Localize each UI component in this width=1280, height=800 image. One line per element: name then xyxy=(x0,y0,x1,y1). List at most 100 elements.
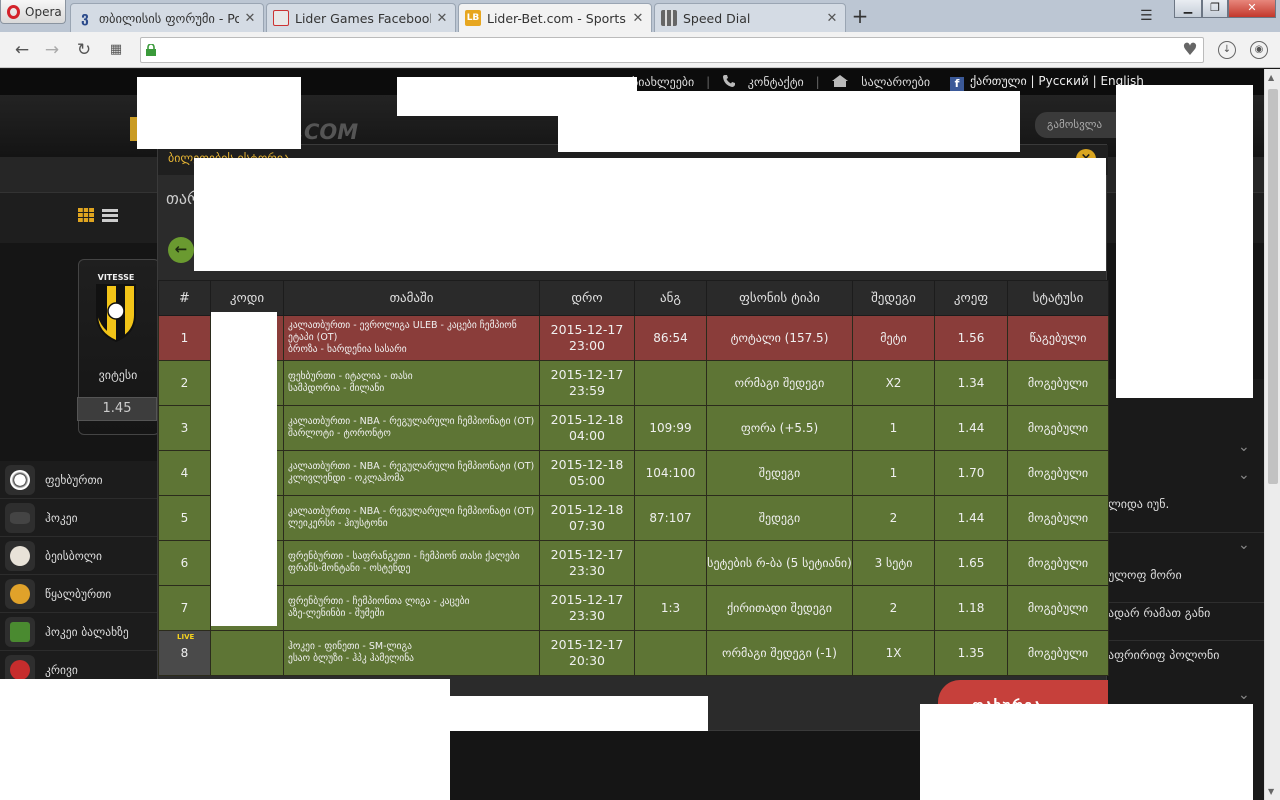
url-input[interactable] xyxy=(140,37,1204,63)
ticket-code xyxy=(210,630,284,676)
chevron-down-icon[interactable]: ⌄ xyxy=(1238,537,1250,553)
result-cell: 2 xyxy=(852,585,935,631)
speed-dial-icon xyxy=(661,10,677,26)
date-time-cell: 2015-12-17 23:30 xyxy=(539,540,635,586)
sport-item-football[interactable]: ფეხბურთი xyxy=(0,461,160,499)
status-cell: წაგებული xyxy=(1007,315,1109,361)
chevron-down-icon[interactable]: ⌄ xyxy=(1238,467,1250,483)
table-header-row: # კოდი თამაში დრო ანგ ფსონის ტიპი შედეგი… xyxy=(158,280,1109,316)
bet-type-cell: ორმაგი შედეგი xyxy=(706,360,853,406)
scrollbar-thumb[interactable] xyxy=(1268,89,1278,484)
redaction-patch xyxy=(194,158,1106,271)
sport-item-field-hockey[interactable]: ჰოკეი ბალახზე xyxy=(0,613,160,651)
sport-item-waterpolo[interactable]: წყალბურთი xyxy=(0,575,160,613)
right-panel-item[interactable]: აფრირიფ პოლონი xyxy=(1108,648,1219,662)
forward-icon[interactable]: → xyxy=(42,40,62,60)
svg-text:VITESSE: VITESSE xyxy=(98,273,135,282)
tab-menu-icon[interactable]: ☰ xyxy=(1140,8,1153,24)
minimize-button[interactable]: ▁ xyxy=(1174,0,1202,18)
score-cell xyxy=(634,630,707,676)
table-row: 3 კალათბურთი - NBA - რეგულარული ჩემპიონატ… xyxy=(158,405,1109,451)
top-link-cashdesks[interactable]: სალაროები xyxy=(861,75,930,89)
lang-sep: | xyxy=(1092,74,1097,88)
back-icon[interactable]: ← xyxy=(12,40,32,60)
odds-cell: 1.35 xyxy=(934,630,1008,676)
score-cell: 104:100 xyxy=(634,450,707,496)
heart-icon[interactable]: ♥ xyxy=(1180,40,1200,60)
close-icon[interactable]: ✕ xyxy=(243,11,257,26)
new-tab-button[interactable]: + xyxy=(848,6,872,28)
sport-label: ჰოკეი xyxy=(45,510,78,525)
match-cell: კალათბურთი - NBA - რეგულარული ჩემპიონატი… xyxy=(283,495,540,541)
right-panel-item[interactable]: ადარ რამათ განი xyxy=(1108,606,1210,620)
table-row: 2 ფეხბურთი - იტალია - თასი სამპდორია - მილ… xyxy=(158,360,1109,406)
back-arrow-icon[interactable]: ← xyxy=(168,237,194,263)
lang-georgian[interactable]: ქართული xyxy=(970,74,1027,88)
right-panel-item[interactable]: ლიდა იუნ. xyxy=(1108,497,1169,511)
tab-speed-dial[interactable]: Speed Dial ✕ xyxy=(654,3,846,32)
lang-russian[interactable]: Русский xyxy=(1038,74,1088,88)
date-time-cell: 2015-12-17 23:59 xyxy=(539,360,635,406)
facebook-icon[interactable]: f xyxy=(950,77,964,91)
reload-icon[interactable]: ↻ xyxy=(74,40,94,60)
maximize-button[interactable]: ❐ xyxy=(1202,0,1228,18)
match-cell: კალათბურთი - ევროლიგა ULEB - კაცები ჩემპ… xyxy=(283,315,540,361)
score-cell: 1:3 xyxy=(634,585,707,631)
site-logo-suffix[interactable]: .COM xyxy=(296,120,358,144)
result-cell: 2 xyxy=(852,495,935,541)
score-cell: 87:107 xyxy=(634,495,707,541)
opera-menu-button[interactable]: Opera xyxy=(0,0,66,24)
sport-label: კრივი xyxy=(45,662,78,677)
top-link-contact[interactable]: კონტაქტი xyxy=(748,75,804,89)
top-link-news[interactable]: სიახლეები xyxy=(632,75,694,89)
team-odds-button[interactable]: 1.45 xyxy=(77,397,157,421)
result-cell: 1 xyxy=(852,450,935,496)
page-scrollbar[interactable]: ▲ ▼ xyxy=(1264,69,1280,800)
match-cell: ფეხბურთი - იტალია - თასი სამპდორია - მილა… xyxy=(283,360,540,406)
tab-forum[interactable]: ვ თბილისის ფორუმი - Pov ✕ xyxy=(70,3,264,32)
result-cell: X2 xyxy=(852,360,935,406)
row-number: 6 xyxy=(158,540,211,586)
column-header: # xyxy=(158,280,211,316)
result-cell: 1 xyxy=(852,405,935,451)
sport-item-baseball[interactable]: ბეისბოლი xyxy=(0,537,160,575)
tab-lider-bet[interactable]: LB Lider-Bet.com - Sports and ✕ xyxy=(458,3,652,32)
close-icon[interactable]: ✕ xyxy=(631,11,645,26)
right-panel-item[interactable]: ულოფ მორი xyxy=(1108,568,1182,582)
chevron-down-icon[interactable]: ⌄ xyxy=(1238,439,1250,455)
table-row: 1 კალათბურთი - ევროლიგა ULEB - კაცები ჩემ… xyxy=(158,315,1109,361)
column-header: ფსონის ტიპი xyxy=(706,280,853,316)
column-header: კოეფ xyxy=(934,280,1008,316)
odds-cell: 1.70 xyxy=(934,450,1008,496)
grid-view-icon[interactable] xyxy=(78,208,94,222)
account-icon[interactable]: ◉ xyxy=(1250,41,1268,59)
redaction-patch xyxy=(211,312,277,626)
opera-menu-label: Opera xyxy=(25,4,62,19)
row-number: 3 xyxy=(158,405,211,451)
list-view-icon[interactable] xyxy=(102,208,118,222)
sports-list: ფეხბურთი ჰოკეი ბეისბოლი წყალბურთი ჰოკეი … xyxy=(0,461,160,689)
close-window-button[interactable]: ✕ xyxy=(1228,0,1276,18)
score-cell xyxy=(634,540,707,586)
bet-type-cell: შედეგი xyxy=(706,495,853,541)
liderbet-icon: LB xyxy=(465,10,481,26)
table-row: 4 კალათბურთი - NBA - რეგულარული ჩემპიონატ… xyxy=(158,450,1109,496)
download-icon[interactable]: ↓ xyxy=(1218,41,1236,59)
opera-logo-icon xyxy=(7,4,20,19)
tab-title: Lider Games Facebook–ზე xyxy=(295,10,431,26)
sport-item-hockey[interactable]: ჰოკეი xyxy=(0,499,160,537)
team-name: ვიტესი xyxy=(98,368,138,382)
chevron-down-icon[interactable]: ⌄ xyxy=(1238,687,1250,703)
language-links: f ქართული | Русский | English xyxy=(950,74,1144,91)
close-icon[interactable]: ✕ xyxy=(435,11,449,26)
bet-type-cell: ქირითადი შედეგი xyxy=(706,585,853,631)
match-cell: ჰოკეი - ფინეთი - SM-ლიგა ესაო ბლუზი - ჰპკ… xyxy=(283,630,540,676)
date-time-cell: 2015-12-18 05:00 xyxy=(539,450,635,496)
odds-cell: 1.18 xyxy=(934,585,1008,631)
close-icon[interactable]: ✕ xyxy=(825,11,839,26)
home-icon xyxy=(832,75,849,87)
table-row: 7 ფრენბურთი - ჩემპიონთა ლიგა - კაცები აზე-… xyxy=(158,585,1109,631)
tab-lider-games-facebook[interactable]: Lider Games Facebook–ზე ✕ xyxy=(266,3,456,32)
top-links: სიახლეები | კონტაქტი | სალაროები xyxy=(632,75,931,89)
speed-dial-grid-icon[interactable]: ▦ xyxy=(106,40,126,60)
